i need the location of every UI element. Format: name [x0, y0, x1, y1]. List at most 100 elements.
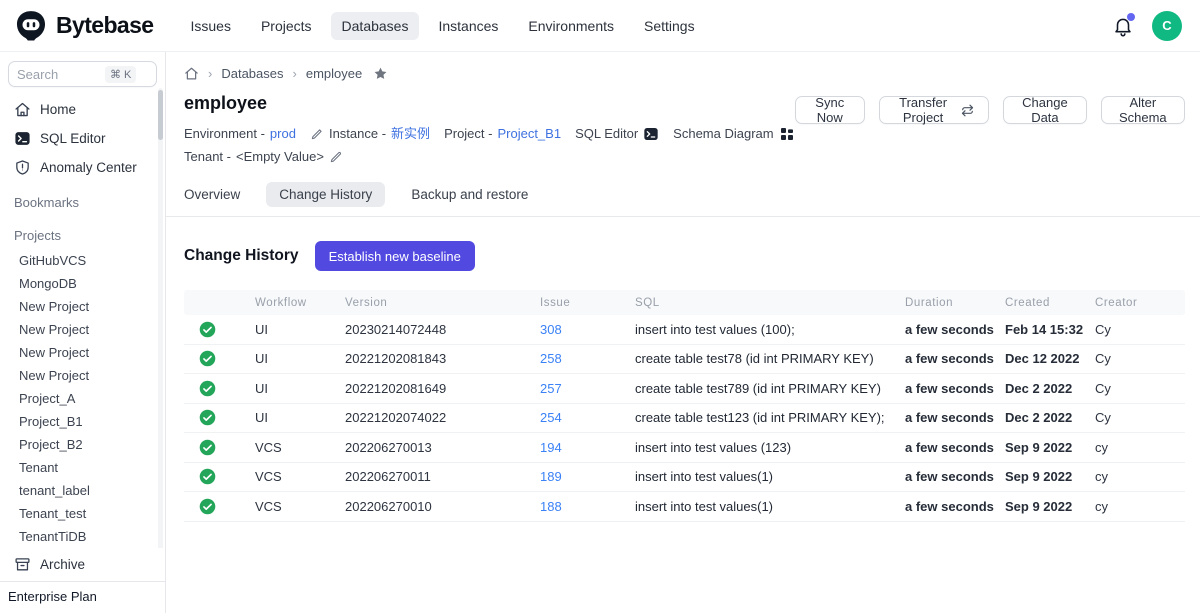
nav-item-settings[interactable]: Settings — [633, 12, 706, 40]
tenant-meta: Tenant - <Empty Value> — [184, 145, 343, 168]
nav-item-environments[interactable]: Environments — [517, 12, 625, 40]
sidebar-item-archive[interactable]: Archive — [0, 548, 165, 581]
table-row[interactable]: UI20221202081843258create table test78 (… — [184, 345, 1185, 375]
workflow-cell: VCS — [255, 469, 345, 484]
change-data-button[interactable]: Change Data — [1003, 96, 1086, 124]
sidebar-project-new-project[interactable]: New Project — [0, 318, 165, 341]
nav-item-databases[interactable]: Databases — [331, 12, 420, 40]
instance-label: Instance - — [329, 122, 386, 145]
sidebar-project-new-project[interactable]: New Project — [0, 295, 165, 318]
star-icon[interactable] — [373, 66, 388, 81]
archive-icon — [14, 556, 31, 573]
status-cell — [184, 468, 255, 485]
projects-section-label: Projects — [0, 223, 165, 248]
issue-cell: 258 — [540, 351, 635, 366]
sync-now-button[interactable]: Sync Now — [795, 96, 865, 124]
change-history-table: WorkflowVersionIssueSQLDurationCreatedCr… — [184, 290, 1185, 522]
created-cell: Sep 9 2022 — [1005, 440, 1095, 455]
search-shortcut-badge: ⌘ K — [105, 66, 136, 83]
sidebar-item-home[interactable]: Home — [0, 95, 165, 124]
section-title: Change History — [184, 247, 299, 265]
sidebar-project-githubvcs[interactable]: GitHubVCS — [0, 249, 165, 272]
sidebar-project-new-project[interactable]: New Project — [0, 364, 165, 387]
sidebar-project-project-a[interactable]: Project_A — [0, 387, 165, 410]
table-row[interactable]: UI20221202074022254create table test123 … — [184, 404, 1185, 434]
avatar[interactable]: C — [1152, 11, 1182, 41]
sidebar-item-label: Home — [40, 102, 76, 117]
check-circle-icon — [199, 498, 216, 515]
issue-link[interactable]: 188 — [540, 499, 562, 514]
project-list: GitHubVCSMongoDBNew ProjectNew ProjectNe… — [0, 249, 165, 594]
terminal-icon — [643, 126, 659, 142]
duration-cell: a few seconds — [905, 469, 1005, 484]
duration-cell: a few seconds — [905, 322, 1005, 337]
tab-overview[interactable]: Overview — [184, 182, 240, 207]
tab-backup-and-restore[interactable]: Backup and restore — [411, 182, 528, 207]
sidebar: ⌘ K HomeSQL EditorAnomaly Center Bookmar… — [0, 52, 166, 613]
pencil-icon[interactable] — [329, 150, 343, 164]
search-box[interactable]: ⌘ K — [8, 61, 157, 87]
home-icon[interactable] — [184, 66, 199, 81]
issue-link[interactable]: 189 — [540, 469, 562, 484]
nav-item-projects[interactable]: Projects — [250, 12, 323, 40]
sql-cell: insert into test values(1) — [635, 499, 905, 514]
terminal-icon — [14, 130, 31, 147]
table-row[interactable]: UI20221202081649257create table test789 … — [184, 374, 1185, 404]
breadcrumb-employee[interactable]: employee — [306, 66, 362, 81]
nav-item-issues[interactable]: Issues — [179, 12, 241, 40]
transfer-project-button[interactable]: Transfer Project — [879, 96, 989, 124]
created-cell: Sep 9 2022 — [1005, 499, 1095, 514]
establish-baseline-button[interactable]: Establish new baseline — [315, 241, 475, 271]
issue-cell: 188 — [540, 499, 635, 514]
sidebar-item-sql-editor[interactable]: SQL Editor — [0, 124, 165, 153]
sidebar-project-tenant[interactable]: Tenant — [0, 456, 165, 479]
issue-link[interactable]: 308 — [540, 322, 562, 337]
sql-editor-link[interactable]: SQL Editor — [575, 122, 659, 145]
table-row[interactable]: VCS202206270011189insert into test value… — [184, 463, 1185, 493]
sidebar-project-tenanttidb[interactable]: TenantTiDB — [0, 525, 165, 548]
schema-icon — [779, 126, 795, 142]
issue-link[interactable]: 254 — [540, 410, 562, 425]
table-row[interactable]: UI20230214072448308insert into test valu… — [184, 315, 1185, 345]
creator-cell: Cy — [1095, 410, 1185, 425]
check-circle-icon — [199, 380, 216, 397]
issue-link[interactable]: 194 — [540, 440, 562, 455]
tab-change-history[interactable]: Change History — [266, 182, 385, 207]
issue-link[interactable]: 258 — [540, 351, 562, 366]
sidebar-project-tenant-test[interactable]: Tenant_test — [0, 502, 165, 525]
issue-link[interactable]: 257 — [540, 381, 562, 396]
sidebar-scrollbar-thumb[interactable] — [158, 90, 163, 140]
issue-cell: 254 — [540, 410, 635, 425]
table-row[interactable]: VCS202206270010188insert into test value… — [184, 492, 1185, 522]
created-cell: Feb 14 15:32 — [1005, 322, 1095, 337]
issue-cell: 194 — [540, 440, 635, 455]
brand[interactable]: Bytebase — [14, 9, 153, 43]
sidebar-item-anomaly-center[interactable]: Anomaly Center — [0, 153, 165, 182]
search-input[interactable] — [17, 67, 105, 82]
column-header-version: Version — [345, 297, 540, 309]
notifications-bell-icon[interactable] — [1112, 15, 1134, 37]
instance-link[interactable]: 新实例 — [391, 122, 430, 145]
created-cell: Dec 2 2022 — [1005, 410, 1095, 425]
sidebar-project-project-b1[interactable]: Project_B1 — [0, 410, 165, 433]
duration-cell: a few seconds — [905, 440, 1005, 455]
environment-link[interactable]: prod — [270, 122, 296, 145]
table-row[interactable]: VCS202206270013194insert into test value… — [184, 433, 1185, 463]
sidebar-project-new-project[interactable]: New Project — [0, 341, 165, 364]
project-link[interactable]: Project_B1 — [497, 122, 561, 145]
version-cell: 20221202081649 — [345, 381, 540, 396]
schema-diagram-link[interactable]: Schema Diagram — [673, 122, 794, 145]
check-circle-icon — [199, 409, 216, 426]
tenant-value: <Empty Value> — [236, 145, 324, 168]
breadcrumb-databases[interactable]: Databases — [221, 66, 283, 81]
sidebar-project-mongodb[interactable]: MongoDB — [0, 272, 165, 295]
page-actions: Sync Now Transfer Project Change Data Alter… — [795, 81, 1185, 124]
alter-schema-button[interactable]: Alter Schema — [1101, 96, 1185, 124]
issue-cell: 308 — [540, 322, 635, 337]
sidebar-project-project-b2[interactable]: Project_B2 — [0, 433, 165, 456]
nav-item-instances[interactable]: Instances — [427, 12, 509, 40]
status-cell — [184, 498, 255, 515]
sidebar-scrollbar-track[interactable] — [158, 88, 163, 602]
instance-meta: Instance - 新实例 — [310, 122, 430, 145]
sidebar-project-tenant-label[interactable]: tenant_label — [0, 479, 165, 502]
